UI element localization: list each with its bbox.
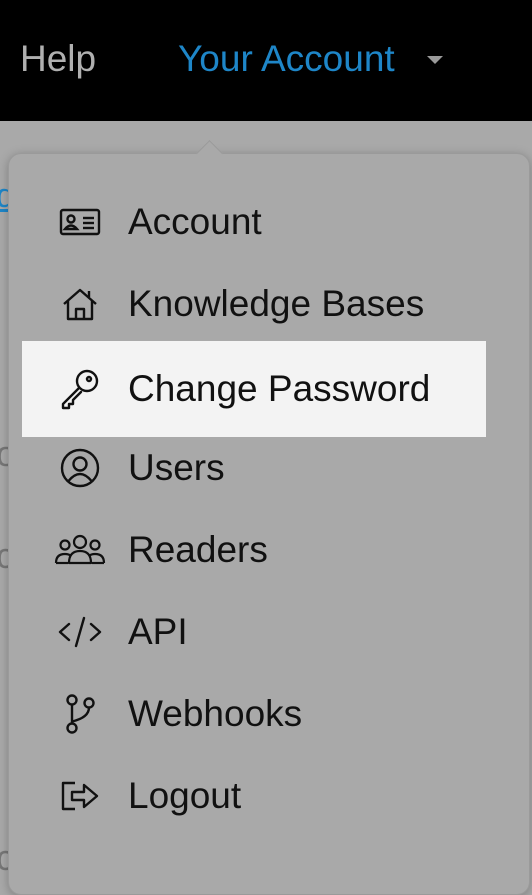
menu-item-knowledge-bases[interactable]: Knowledge Bases [22, 256, 486, 352]
account-dropdown-menu: Account Knowledge Bases Change Password [8, 140, 530, 895]
menu-item-label: Logout [128, 775, 242, 816]
key-icon [54, 367, 106, 411]
menu-item-label: Knowledge Bases [128, 283, 425, 324]
dropdown-pointer [196, 140, 223, 167]
menu-item-label: Account [128, 201, 262, 242]
logout-icon [54, 774, 106, 818]
people-icon [54, 528, 106, 572]
id-card-icon [54, 200, 106, 244]
menu-item-logout[interactable]: Logout [22, 748, 486, 844]
chevron-down-icon[interactable] [427, 56, 443, 64]
menu-item-label: Users [128, 447, 225, 488]
user-circle-icon [54, 446, 106, 490]
top-navbar: Help Your Account [0, 0, 532, 121]
house-icon [54, 282, 106, 326]
menu-item-label: Readers [128, 529, 268, 570]
nav-help-link[interactable]: Help [20, 36, 96, 82]
branch-icon [54, 692, 106, 736]
menu-item-label: Webhooks [128, 693, 303, 734]
menu-item-label: Change Password [128, 368, 431, 409]
menu-item-label: API [128, 611, 188, 652]
nav-your-account-dropdown[interactable]: Your Account [178, 36, 395, 82]
code-icon [54, 610, 106, 654]
